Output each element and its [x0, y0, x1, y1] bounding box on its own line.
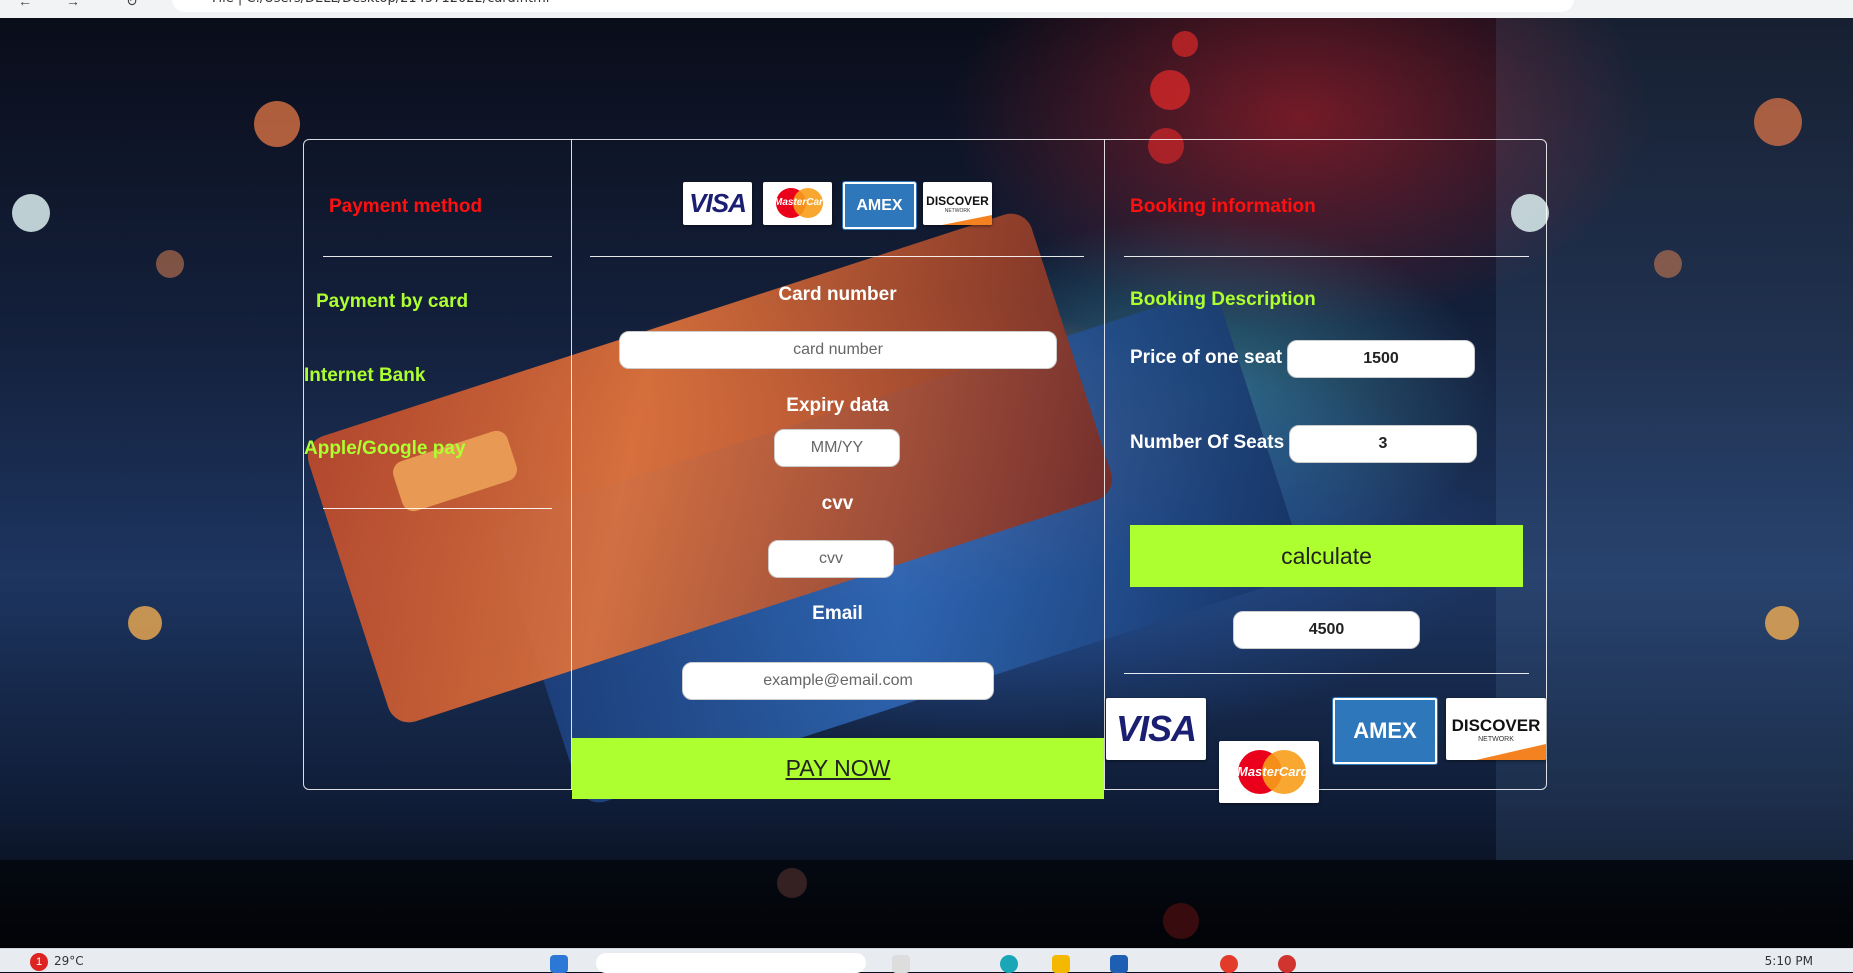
bokeh-light — [128, 606, 162, 640]
reload-icon[interactable]: ↻ — [126, 0, 140, 8]
divider — [323, 256, 552, 257]
calculate-button[interactable]: calculate — [1130, 525, 1523, 587]
visa-logo: VISA — [683, 182, 752, 225]
app-icon[interactable] — [1278, 955, 1296, 973]
app-icon[interactable] — [1110, 955, 1128, 973]
folder-app-icon[interactable] — [1052, 955, 1070, 973]
bokeh-light — [156, 250, 184, 278]
divider — [590, 256, 1084, 257]
email-label: Email — [812, 603, 863, 624]
payment-method-title: Payment method — [329, 196, 483, 217]
seats-label: Number Of Seats — [1130, 432, 1285, 453]
expiry-label: Expiry data — [786, 395, 889, 416]
taskbar-search[interactable] — [596, 953, 866, 973]
address-bar[interactable]: File | C:/Users/DELL/Desktop/2145712022/… — [172, 0, 1574, 12]
option-apple-google-pay[interactable]: Apple/Google pay — [304, 438, 466, 460]
bokeh-light — [1150, 70, 1190, 110]
app-icon[interactable] — [1220, 955, 1238, 973]
start-icon[interactable] — [550, 955, 568, 973]
total-output[interactable] — [1233, 611, 1420, 649]
card-number-input[interactable] — [619, 331, 1057, 369]
divider — [1124, 673, 1529, 674]
weather-temperature[interactable]: 29°C — [54, 954, 84, 968]
option-payment-by-card[interactable]: Payment by card — [316, 291, 468, 313]
bokeh-light — [1754, 98, 1802, 146]
divider — [1124, 256, 1529, 257]
expiry-input[interactable] — [774, 429, 900, 467]
visa-logo: VISA — [1106, 698, 1206, 760]
app-icon[interactable] — [892, 955, 910, 973]
booking-description-label: Booking Description — [1130, 289, 1316, 310]
column-divider — [571, 139, 572, 790]
email-input[interactable] — [682, 662, 994, 700]
bokeh-light — [1765, 606, 1799, 640]
bokeh-light — [1654, 250, 1682, 278]
browser-app-icon[interactable] — [1000, 955, 1018, 973]
back-icon[interactable]: ← — [18, 0, 32, 8]
bokeh-light — [254, 101, 300, 147]
pay-now-button[interactable]: PAY NOW — [572, 738, 1104, 799]
mastercard-logo: MasterCard — [1219, 741, 1319, 803]
column-divider — [1104, 139, 1105, 790]
price-label: Price of one seat — [1130, 347, 1283, 368]
price-input[interactable] — [1287, 340, 1475, 378]
mastercard-logo: MasterCard — [763, 182, 832, 225]
divider — [323, 508, 552, 509]
option-internet-bank[interactable]: Internet Bank — [304, 365, 425, 387]
cvv-label: cvv — [821, 493, 854, 514]
amex-logo: AMEX — [1333, 698, 1437, 764]
taskbar: 1 29°C 5:10 PM — [0, 948, 1853, 973]
discover-logo: DISCOVER NETWORK — [1446, 698, 1546, 760]
bokeh-light — [1172, 31, 1198, 57]
notification-badge[interactable]: 1 — [30, 953, 48, 971]
seats-input[interactable] — [1289, 425, 1477, 463]
bokeh-light — [12, 194, 50, 232]
discover-logo: DISCOVER NETWORK — [923, 182, 992, 225]
booking-info-title: Booking information — [1130, 196, 1316, 217]
forward-icon[interactable]: → — [66, 0, 80, 8]
clock[interactable]: 5:10 PM — [1765, 954, 1813, 968]
browser-toolbar: ← → ↻ File | C:/Users/DELL/Desktop/21457… — [0, 0, 1853, 18]
card-number-label: Card number — [778, 284, 897, 305]
cvv-input[interactable] — [768, 540, 894, 578]
amex-logo: AMEX — [843, 182, 916, 229]
